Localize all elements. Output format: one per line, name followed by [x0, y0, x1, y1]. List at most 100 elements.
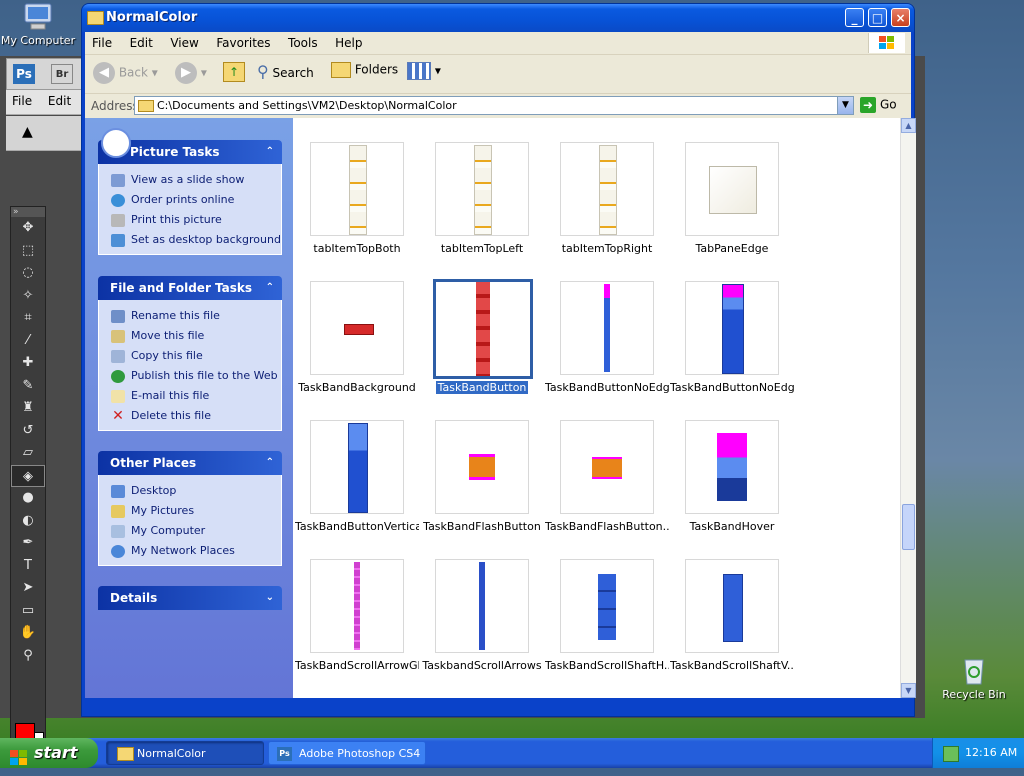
ps-menu-edit[interactable]: Edit	[42, 90, 77, 108]
file-item[interactable]: TaskBandButtonNoEdg...	[670, 281, 794, 415]
lasso-tool-icon[interactable]: ◌	[11, 262, 45, 285]
task-move-file[interactable]: Move this file	[111, 326, 281, 346]
crop-tool-icon[interactable]: ⌗	[11, 307, 45, 330]
scroll-down-arrow-icon[interactable]: ▼	[901, 683, 916, 698]
task-rename-file[interactable]: Rename this file	[111, 306, 281, 326]
maximize-button[interactable]: □	[868, 8, 887, 27]
up-folder-button[interactable]: ↑	[223, 62, 245, 82]
task-order-prints[interactable]: Order prints online	[111, 190, 281, 210]
task-delete-file[interactable]: ✕ Delete this file	[111, 406, 281, 426]
task-copy-file[interactable]: Copy this file	[111, 346, 281, 366]
menu-file[interactable]: File	[85, 32, 119, 50]
bridge-badge[interactable]: Br	[51, 64, 73, 84]
title-bar[interactable]: NormalColor _ □ ×	[82, 4, 914, 32]
file-item[interactable]: tabItemTopLeft	[420, 142, 544, 276]
healing-tool-icon[interactable]: ✚	[11, 352, 45, 375]
brush-tool-icon[interactable]: ✎	[11, 375, 45, 398]
shape-tool-icon[interactable]: ▭	[11, 600, 45, 623]
collapse-chevron-icon[interactable]: ⌃	[266, 140, 274, 164]
task-print-picture[interactable]: Print this picture	[111, 210, 281, 230]
file-item[interactable]: TaskBandFlashButton...	[545, 420, 669, 554]
menu-help[interactable]: Help	[328, 32, 369, 50]
ps-menu-file[interactable]: File	[6, 90, 38, 108]
blur-tool-icon[interactable]: ●	[11, 487, 45, 510]
collapse-chevron-icon[interactable]: ⌃	[266, 451, 274, 475]
file-item[interactable]: tabItemTopRight	[545, 142, 669, 276]
file-item-selected[interactable]: TaskBandButton	[420, 279, 544, 415]
task-set-desktop-background[interactable]: Set as desktop background	[111, 230, 281, 250]
menu-favorites[interactable]: Favorites	[209, 32, 277, 50]
collapse-chevron-icon[interactable]: ⌃	[266, 276, 274, 300]
file-item[interactable]: tabItemTopBoth	[295, 142, 419, 276]
file-item[interactable]: TaskBandHover	[670, 420, 794, 554]
file-thumbnail	[685, 142, 779, 236]
forward-button[interactable]: ▶ ▾	[175, 62, 207, 84]
file-item[interactable]: TabPaneEdge	[670, 142, 794, 276]
menu-tools[interactable]: Tools	[281, 32, 325, 50]
vertical-scrollbar[interactable]: ▲ ▼	[900, 118, 916, 698]
address-input[interactable]: C:\Documents and Settings\VM2\Desktop\No…	[134, 96, 854, 115]
eyedropper-tool-icon[interactable]: ⁄	[11, 330, 45, 353]
taskbar-button-photoshop[interactable]: Ps Adobe Photoshop CS4	[268, 741, 426, 765]
back-arrow-icon: ◀	[93, 62, 115, 84]
magic-wand-tool-icon[interactable]: ✧	[11, 285, 45, 308]
place-my-pictures[interactable]: My Pictures	[111, 501, 281, 521]
folders-button[interactable]: Folders	[331, 62, 398, 78]
desktop-icon-label: Recycle Bin	[942, 688, 1006, 701]
place-desktop[interactable]: Desktop	[111, 481, 281, 501]
picture-tasks-header[interactable]: Picture Tasks ⌃	[98, 128, 282, 164]
tray-network-icon[interactable]	[943, 746, 959, 762]
paint-bucket-icon[interactable]: ▲	[22, 124, 33, 140]
desktop-icon-my-computer[interactable]: My Computer	[0, 2, 76, 47]
file-item[interactable]: TaskBandScrollShaftH...	[545, 559, 669, 693]
file-item[interactable]: TaskbandScrollArrows	[420, 559, 544, 693]
start-button[interactable]: start	[0, 738, 98, 768]
file-thumbnail	[310, 142, 404, 236]
address-dropdown-icon[interactable]: ▼	[837, 96, 854, 115]
other-places-header[interactable]: Other Places ⌃	[98, 451, 282, 475]
task-view-slideshow[interactable]: View as a slide show	[111, 170, 281, 190]
file-item[interactable]: TaskBandScrollArrowGl...	[295, 559, 419, 693]
move-tool-icon[interactable]: ✥	[11, 217, 45, 240]
dodge-tool-icon[interactable]: ◐	[11, 510, 45, 533]
minimize-button[interactable]: _	[845, 8, 864, 27]
place-my-computer[interactable]: My Computer	[111, 521, 281, 541]
taskbar-button-normalcolor[interactable]: NormalColor	[106, 741, 264, 765]
file-item[interactable]: TaskBandScrollShaftV...	[670, 559, 794, 693]
details-header[interactable]: Details ⌄	[98, 586, 282, 610]
eraser-tool-icon[interactable]: ▱	[11, 442, 45, 465]
expand-chevron-icon[interactable]: ⌄	[266, 586, 274, 610]
hand-tool-icon[interactable]: ✋	[11, 622, 45, 645]
back-button[interactable]: ◀ Back ▾	[93, 62, 158, 84]
move-icon	[111, 329, 125, 343]
task-email-file[interactable]: E-mail this file	[111, 386, 281, 406]
path-selection-tool-icon[interactable]: ➤	[11, 577, 45, 600]
history-brush-tool-icon[interactable]: ↺	[11, 420, 45, 443]
menu-view[interactable]: View	[163, 32, 205, 50]
close-button[interactable]: ×	[891, 8, 910, 27]
stamp-tool-icon[interactable]: ♜	[11, 397, 45, 420]
file-name: tabItemTopRight	[561, 242, 653, 255]
menu-edit[interactable]: Edit	[123, 32, 160, 50]
file-item[interactable]: TaskBandBackground	[295, 281, 419, 415]
zoom-tool-icon[interactable]: ⚲	[11, 645, 45, 668]
clock[interactable]: 12:16 AM	[965, 738, 1017, 768]
paint-bucket-tool-icon[interactable]: ◈	[11, 464, 45, 487]
go-button[interactable]: ➜ Go	[860, 97, 897, 113]
file-item[interactable]: TaskBandFlashButton	[420, 420, 544, 554]
search-button[interactable]: ⚲ Search	[257, 62, 314, 81]
views-button[interactable]: ▾	[407, 62, 441, 80]
network-icon	[111, 544, 125, 558]
type-tool-icon[interactable]: T	[11, 555, 45, 578]
file-item[interactable]: TaskBandButtonNoEdge	[545, 281, 669, 415]
file-thumbnail	[435, 142, 529, 236]
marquee-tool-icon[interactable]: ⬚	[11, 240, 45, 263]
pen-tool-icon[interactable]: ✒	[11, 532, 45, 555]
file-folder-tasks-header[interactable]: File and Folder Tasks ⌃	[98, 276, 282, 300]
scroll-up-arrow-icon[interactable]: ▲	[901, 118, 916, 133]
desktop-icon-recycle-bin[interactable]: Recycle Bin	[936, 656, 1012, 701]
scrollbar-thumb[interactable]	[902, 504, 915, 550]
task-publish-web[interactable]: Publish this file to the Web	[111, 366, 281, 386]
place-my-network-places[interactable]: My Network Places	[111, 541, 281, 561]
file-item[interactable]: TaskBandButtonVertical	[295, 420, 419, 554]
